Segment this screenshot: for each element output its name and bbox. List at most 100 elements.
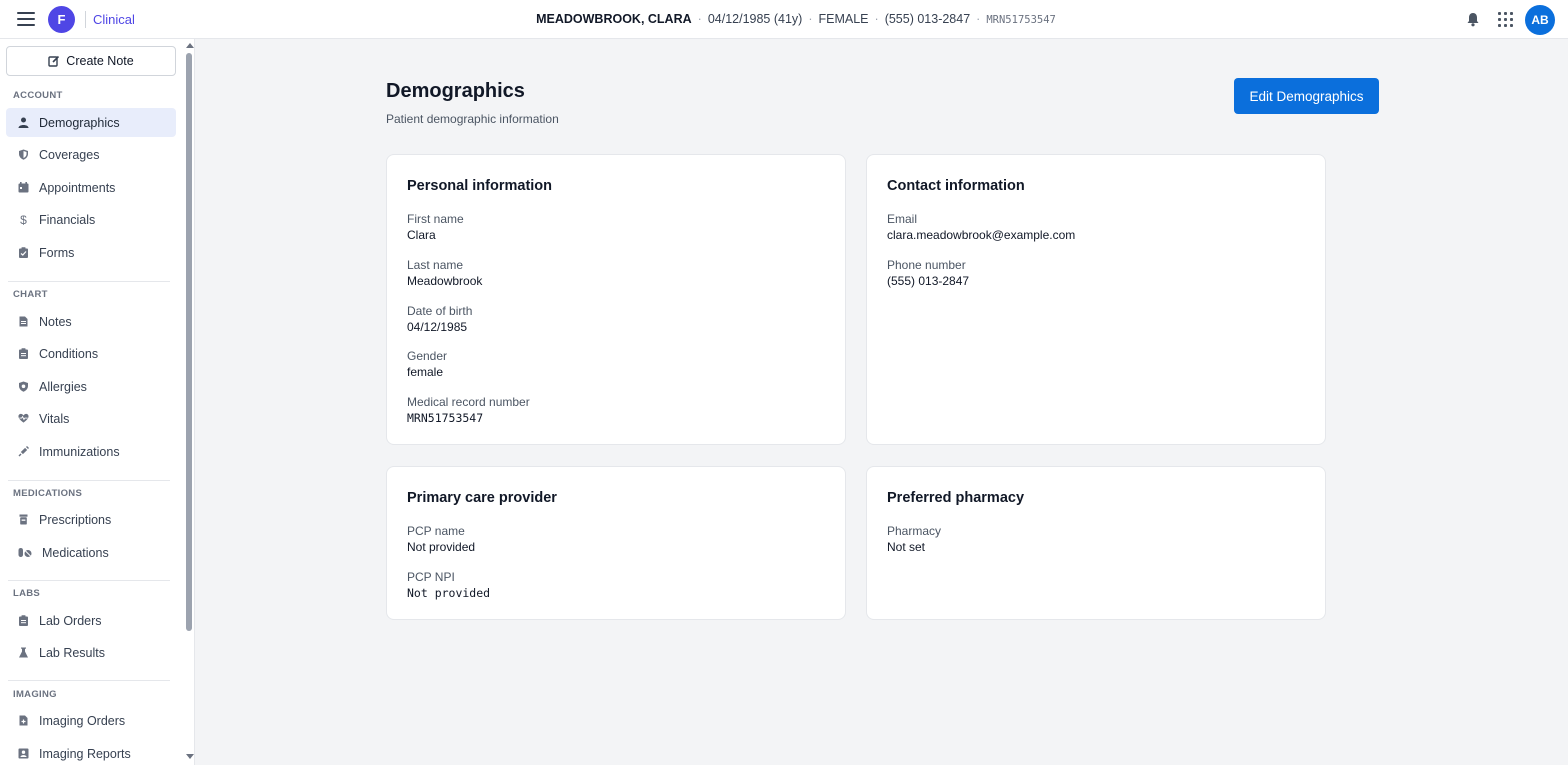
contact-information-card: Contact information Email clara.meadowbr… xyxy=(866,154,1326,445)
calendar-icon xyxy=(18,182,29,193)
sidebar-divider xyxy=(8,580,170,581)
sidebar-divider xyxy=(8,680,170,681)
pcp-npi-value: Not provided xyxy=(407,586,491,600)
page-subtitle: Patient demographic information xyxy=(386,112,559,126)
sidebar-item-label: Imaging Reports xyxy=(39,746,131,761)
first-name-label: First name xyxy=(407,212,464,226)
pcp-name-label: PCP name xyxy=(407,524,465,538)
dob-label: Date of birth xyxy=(407,304,473,318)
sidebar-item-allergies[interactable]: Allergies xyxy=(6,372,176,401)
sidebar-item-prescriptions[interactable]: Prescriptions xyxy=(6,505,176,534)
sidebar-item-label: Coverages xyxy=(39,147,100,162)
section-chart: CHART xyxy=(13,289,48,300)
sidebar-item-label: Imaging Orders xyxy=(39,713,126,728)
sidebar-item-vitals[interactable]: Vitals xyxy=(6,404,176,433)
sidebar-item-imaging-orders[interactable]: Imaging Orders xyxy=(6,706,176,735)
clipboard-icon xyxy=(18,247,29,258)
sidebar-item-conditions[interactable]: Conditions xyxy=(6,339,176,368)
primary-care-provider-card: Primary care provider PCP name Not provi… xyxy=(386,466,846,620)
sidebar-item-notes[interactable]: Notes xyxy=(6,307,176,336)
sidebar-scrollbar[interactable] xyxy=(183,39,194,765)
pcp-npi-label: PCP NPI xyxy=(407,570,455,584)
sidebar-item-label: Medications xyxy=(42,545,109,560)
sidebar-item-imaging-reports[interactable]: Imaging Reports xyxy=(6,739,176,765)
image-report-icon xyxy=(18,748,29,759)
syringe-icon xyxy=(18,446,29,457)
user-avatar[interactable]: AB xyxy=(1525,5,1555,35)
flask-icon xyxy=(18,647,29,658)
top-bar: F Clinical MEADOWBROOK, CLARA · 04/12/1985… xyxy=(0,0,1568,39)
sidebar-item-coverages[interactable]: Coverages xyxy=(6,140,176,169)
prescription-bottle-icon xyxy=(18,514,29,525)
scroll-down-arrow-icon[interactable] xyxy=(186,754,194,759)
email-label: Email xyxy=(887,212,918,226)
last-name-value: Meadowbrook xyxy=(407,274,483,288)
sidebar-item-forms[interactable]: Forms xyxy=(6,238,176,267)
document-plus-icon xyxy=(18,715,29,726)
card-title: Personal information xyxy=(407,178,553,194)
patient-dob-age: 04/12/1985 (41y) xyxy=(707,12,803,26)
personal-information-card: Personal information First name Clara La… xyxy=(386,154,846,445)
create-note-label: Create Note xyxy=(66,54,134,68)
clipboard-list-icon xyxy=(18,348,29,359)
edit-demographics-button[interactable]: Edit Demographics xyxy=(1234,78,1379,114)
sidebar-item-label: Vitals xyxy=(39,411,70,426)
sidebar-item-lab-orders[interactable]: Lab Orders xyxy=(6,606,176,635)
sidebar-item-label: Lab Results xyxy=(39,645,106,660)
sidebar-item-label: Immunizations xyxy=(39,444,120,459)
sidebar-divider xyxy=(8,480,170,481)
sidebar-item-medications[interactable]: Medications xyxy=(6,538,176,567)
shield-alert-icon xyxy=(18,381,29,392)
sidebar-item-label: Lab Orders xyxy=(39,613,102,628)
sidebar-item-label: Appointments xyxy=(39,180,116,195)
mrn-value: MRN51753547 xyxy=(407,411,484,425)
last-name-label: Last name xyxy=(407,258,464,272)
sidebar-item-label: Allergies xyxy=(39,379,87,394)
sidebar-item-label: Demographics xyxy=(39,115,120,130)
edit-icon xyxy=(48,55,60,67)
pharmacy-value: Not set xyxy=(887,540,926,554)
phone-label: Phone number xyxy=(887,258,966,272)
patient-sex: FEMALE xyxy=(818,12,869,26)
sidebar-item-label: Prescriptions xyxy=(39,512,112,527)
patient-mrn: MRN51753547 xyxy=(986,14,1056,26)
email-value: clara.meadowbrook@example.com xyxy=(887,228,1076,242)
first-name-value: Clara xyxy=(407,228,436,242)
sidebar-item-label: Financials xyxy=(39,212,96,227)
page-title: Demographics xyxy=(386,80,525,102)
card-title: Preferred pharmacy xyxy=(887,490,1025,506)
mrn-label: Medical record number xyxy=(407,395,530,409)
scroll-up-arrow-icon[interactable] xyxy=(186,43,194,48)
sidebar-divider xyxy=(8,281,170,282)
sidebar-item-financials[interactable]: $ Financials xyxy=(6,205,176,234)
heart-pulse-icon xyxy=(18,413,29,424)
patient-name[interactable]: MEADOWBROOK, CLARA xyxy=(536,12,692,26)
phone-value: (555) 013-2847 xyxy=(887,274,970,288)
sidebar-item-demographics[interactable]: Demographics xyxy=(6,108,176,137)
sidebar: Create Note ACCOUNT Demographics Coverag… xyxy=(0,39,195,765)
sidebar-item-label: Notes xyxy=(39,314,72,329)
user-icon xyxy=(18,117,29,128)
pills-icon xyxy=(18,547,32,558)
sidebar-item-appointments[interactable]: Appointments xyxy=(6,173,176,202)
section-imaging: IMAGING xyxy=(13,689,57,700)
bell-icon[interactable] xyxy=(1466,12,1480,27)
preferred-pharmacy-card: Preferred pharmacy Pharmacy Not set xyxy=(866,466,1326,620)
patient-phone: (555) 013-2847 xyxy=(884,12,971,26)
document-icon xyxy=(18,316,29,327)
sidebar-item-label: Conditions xyxy=(39,346,99,361)
section-labs: LABS xyxy=(13,588,41,599)
section-account: ACCOUNT xyxy=(13,90,63,101)
dollar-icon: $ xyxy=(20,212,27,227)
sidebar-item-lab-results[interactable]: Lab Results xyxy=(6,638,176,667)
shield-icon xyxy=(18,149,29,160)
gender-label: Gender xyxy=(407,349,448,363)
sidebar-item-immunizations[interactable]: Immunizations xyxy=(6,437,176,466)
pcp-name-value: Not provided xyxy=(407,540,476,554)
pharmacy-label: Pharmacy xyxy=(887,524,942,538)
apps-grid-icon[interactable] xyxy=(1498,12,1513,27)
gender-value: female xyxy=(407,365,444,379)
clipboard-list-icon xyxy=(18,615,29,626)
create-note-button[interactable]: Create Note xyxy=(6,46,176,76)
scrollbar-thumb[interactable] xyxy=(186,53,192,631)
